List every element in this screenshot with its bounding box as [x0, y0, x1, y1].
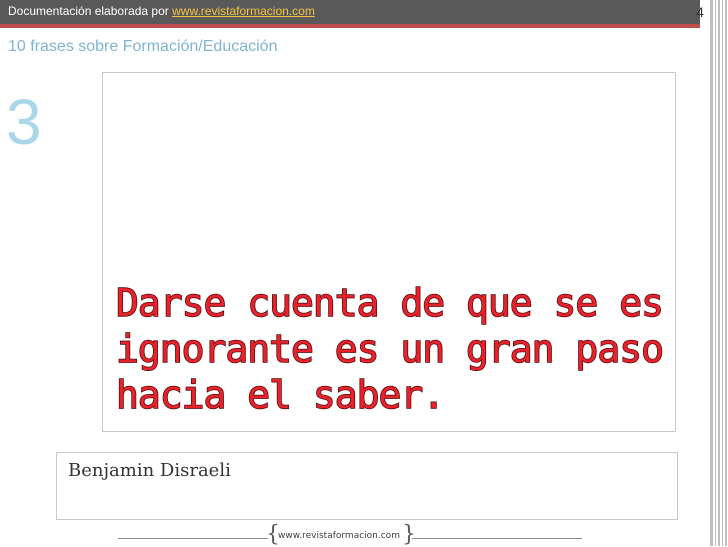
- slide-subtitle: 10 frases sobre Formación/Educación: [8, 38, 278, 55]
- footer-rule-left: [118, 538, 268, 539]
- side-stripes: [708, 0, 728, 546]
- quote-line: ignorante es un gran paso: [115, 326, 664, 372]
- quote-number: 3: [6, 86, 42, 158]
- header-bar: Documentación elaborada por www.revistaf…: [0, 0, 700, 24]
- quote-author: Benjamin Disraeli: [68, 460, 231, 481]
- footer-url[interactable]: www.revistaformacion.com: [278, 531, 400, 541]
- header-credit-text: Documentación elaborada por: [8, 4, 173, 18]
- quote-line: Darse cuenta de que se es: [115, 280, 664, 326]
- quote-text: Darse cuenta de que se es ignorante es u…: [115, 280, 676, 418]
- header-credit: Documentación elaborada por www.revistaf…: [8, 4, 315, 18]
- header-accent-rule: [0, 24, 700, 28]
- footer-rule-right: [412, 538, 582, 539]
- header-link[interactable]: www.revistaformacion.com: [172, 4, 315, 18]
- quote-line: hacia el saber.: [115, 372, 446, 418]
- footer-bracket-right: }: [402, 522, 416, 547]
